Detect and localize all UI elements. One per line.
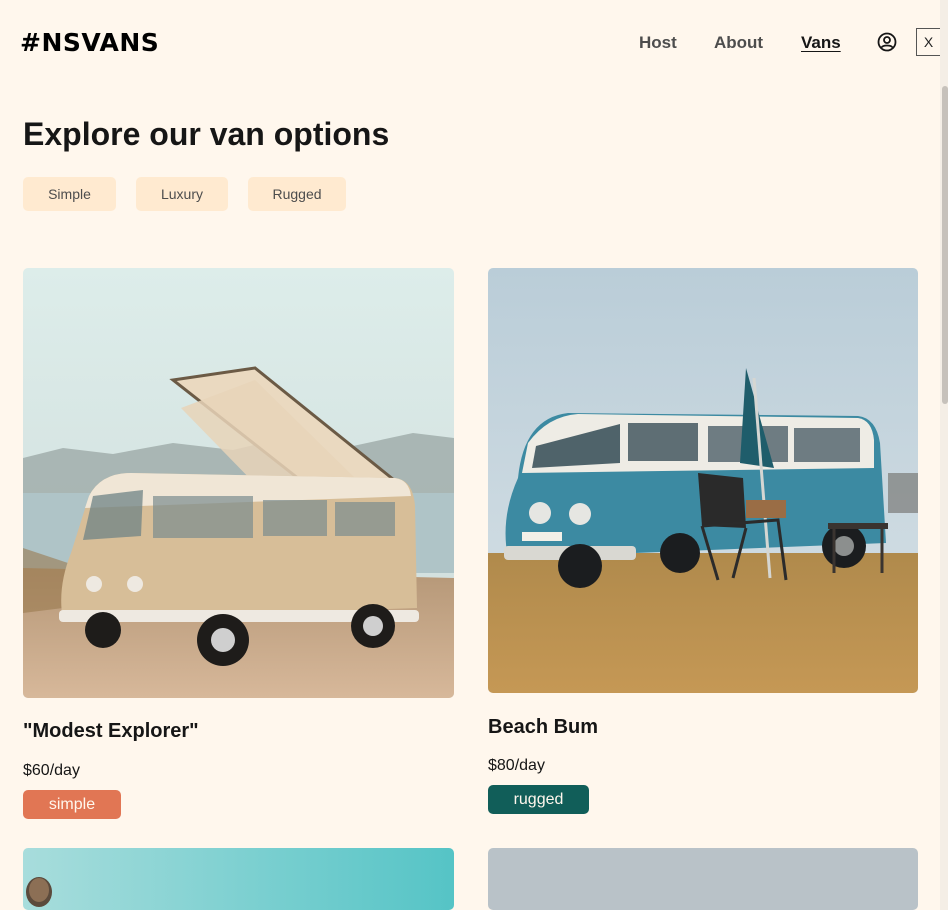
van-image[interactable]	[488, 268, 918, 693]
nav-link-vans[interactable]: Vans	[801, 33, 841, 53]
van-price: $80/day	[488, 757, 545, 774]
van-image[interactable]	[488, 848, 918, 910]
van-price: $60/day	[23, 762, 80, 779]
close-button[interactable]: X	[916, 28, 941, 56]
van-name[interactable]: "Modest Explorer"	[23, 720, 199, 743]
scrollbar-thumb[interactable]	[942, 86, 948, 404]
van-card[interactable]	[23, 848, 454, 910]
site-header: #NSVANS Host About Vans X	[0, 0, 948, 85]
van-image[interactable]	[23, 268, 454, 698]
filter-simple-button[interactable]: Simple	[23, 177, 116, 211]
van-card[interactable]: Beach Bum $80/day rugged	[488, 268, 918, 815]
van-card[interactable]	[488, 848, 918, 910]
van-name[interactable]: Beach Bum	[488, 716, 598, 739]
filter-luxury-button[interactable]: Luxury	[136, 177, 228, 211]
van-type-badge[interactable]: simple	[23, 790, 121, 819]
van-type-badge[interactable]: rugged	[488, 785, 589, 814]
van-image[interactable]	[23, 848, 454, 910]
account-icon[interactable]	[877, 32, 897, 52]
site-logo[interactable]: #NSVANS	[20, 28, 159, 57]
nav-link-host[interactable]: Host	[639, 33, 677, 53]
filter-rugged-button[interactable]: Rugged	[248, 177, 346, 211]
page-title: Explore our van options	[23, 116, 390, 152]
nav-link-about[interactable]: About	[714, 33, 763, 53]
van-card[interactable]: "Modest Explorer" $60/day simple	[23, 268, 454, 820]
